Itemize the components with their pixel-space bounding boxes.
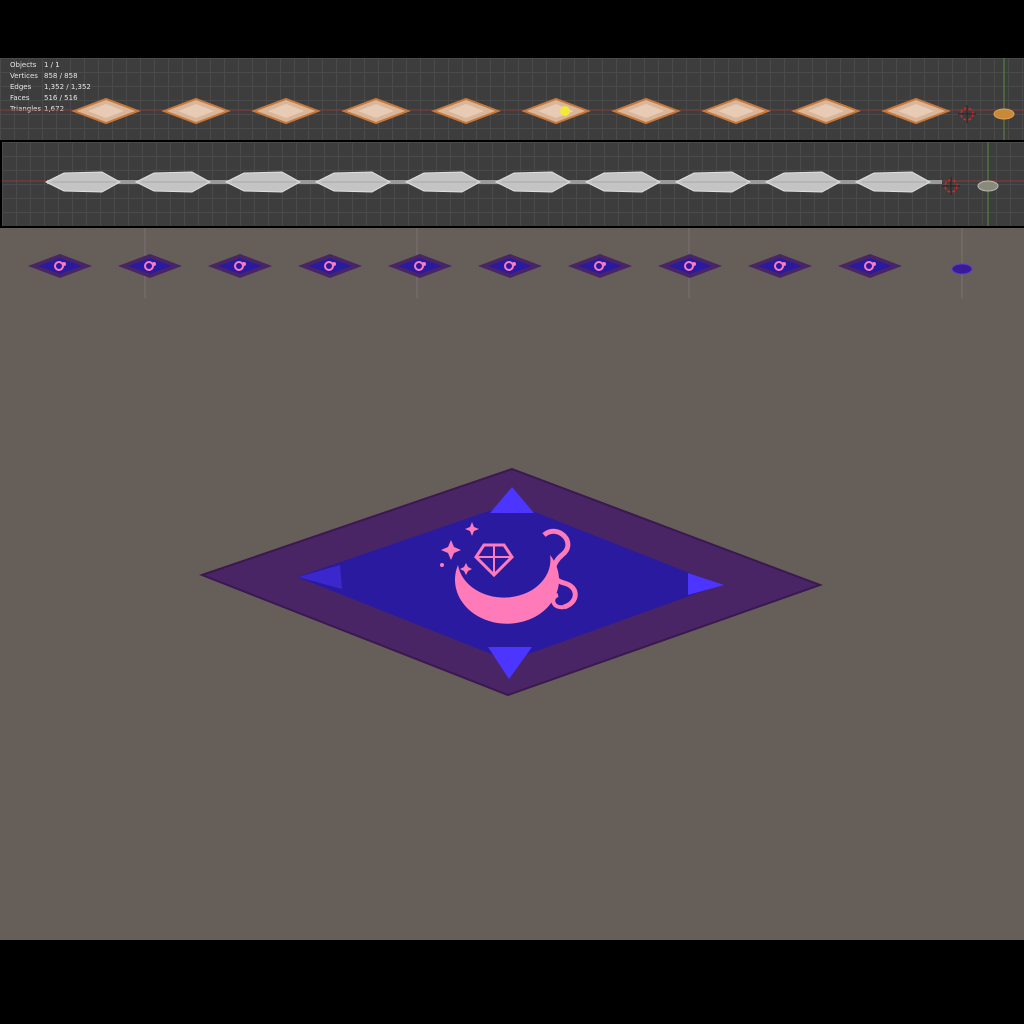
featured-tile[interactable] (199, 467, 823, 697)
main-viewport-scene[interactable] (0, 228, 1024, 940)
selected-tile[interactable] (341, 97, 411, 125)
side-tile[interactable] (494, 171, 572, 193)
side-tile[interactable] (404, 171, 482, 193)
textured-tile[interactable] (658, 254, 722, 278)
selected-tile[interactable] (521, 97, 591, 125)
selected-tile[interactable] (611, 97, 681, 125)
top-viewport[interactable]: Objects 1 / 1 Vertices 858 / 858 Edges 1… (0, 58, 1024, 140)
selected-tile[interactable] (881, 97, 951, 125)
light-icon[interactable] (951, 263, 973, 275)
side-tile[interactable] (44, 171, 122, 193)
textured-tile[interactable] (208, 254, 272, 278)
viewport-guides (144, 228, 963, 298)
side-tile[interactable] (224, 171, 302, 193)
side-tile[interactable] (314, 171, 392, 193)
selected-tile[interactable] (701, 97, 771, 125)
side-tile[interactable] (134, 171, 212, 193)
textured-tile[interactable] (118, 254, 182, 278)
origin-point-icon[interactable] (560, 106, 570, 116)
side-tile[interactable] (674, 171, 752, 193)
top-viewport-scene[interactable] (0, 58, 1024, 140)
main-viewport[interactable] (0, 228, 1024, 940)
selected-tile[interactable] (431, 97, 501, 125)
selected-tiles-row[interactable] (71, 97, 951, 125)
3d-cursor-icon[interactable] (942, 177, 960, 195)
textured-tile[interactable] (388, 254, 452, 278)
textured-tile[interactable] (28, 254, 92, 278)
selected-tile[interactable] (251, 97, 321, 125)
textured-tile[interactable] (748, 254, 812, 278)
selected-tile[interactable] (791, 97, 861, 125)
camera-icon[interactable] (977, 180, 999, 192)
selected-tile[interactable] (161, 97, 231, 125)
camera-icon[interactable] (993, 108, 1015, 120)
3d-cursor-icon[interactable] (958, 105, 976, 123)
side-tile[interactable] (854, 171, 932, 193)
textured-tile[interactable] (838, 254, 902, 278)
side-viewport-scene[interactable] (2, 142, 1024, 226)
selected-tile[interactable] (71, 97, 141, 125)
side-tile[interactable] (764, 171, 842, 193)
side-viewport[interactable] (2, 142, 1024, 226)
textured-tiles-row[interactable] (28, 254, 902, 278)
side-tile[interactable] (584, 171, 662, 193)
textured-tile[interactable] (478, 254, 542, 278)
textured-tile[interactable] (298, 254, 362, 278)
textured-tile[interactable] (568, 254, 632, 278)
